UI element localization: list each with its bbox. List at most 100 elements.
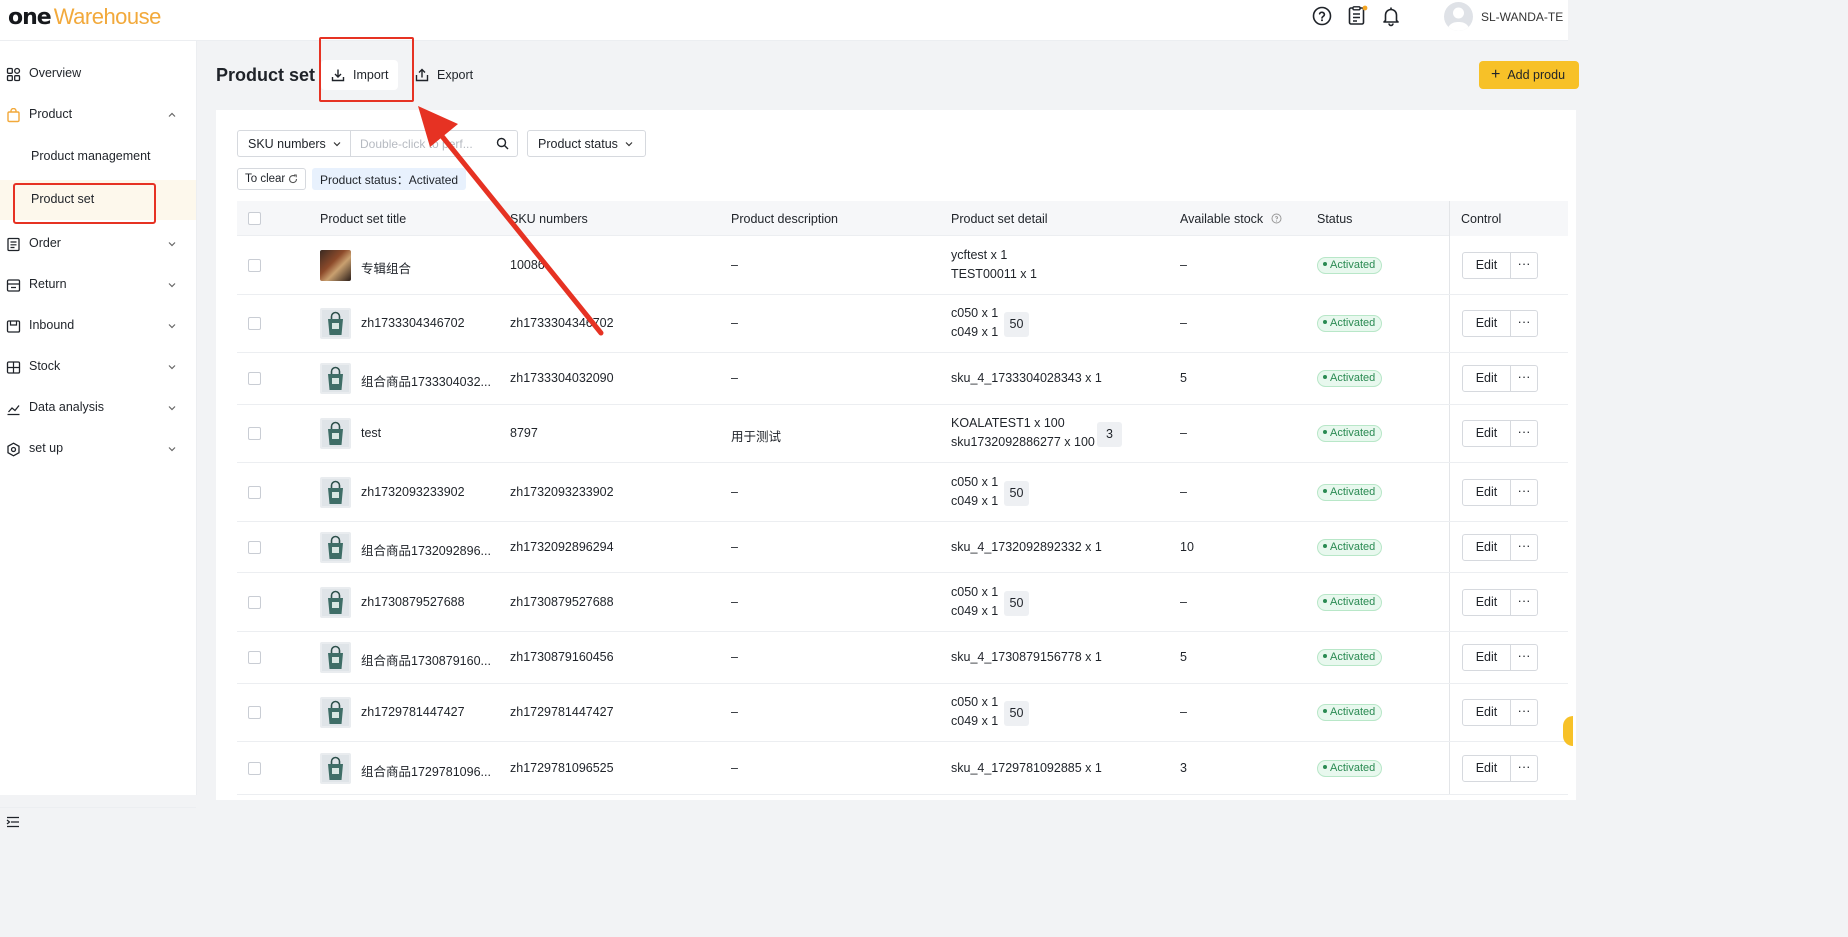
table-row[interactable]: test 8797 用于测试 KOALATEST1 x 100 sku173209288…: [237, 405, 1568, 463]
more-actions-button[interactable]: ···: [1510, 754, 1538, 782]
table-row[interactable]: zh1733304346702 zh1733304346702 – c050 x 1 c…: [237, 295, 1568, 353]
row-title[interactable]: zh1733304346702: [361, 316, 465, 330]
sidebar-subitem-label: Product management: [31, 149, 151, 163]
row-checkbox[interactable]: [248, 706, 261, 719]
edit-button[interactable]: Edit: [1462, 699, 1511, 726]
detail-count-badge[interactable]: 50: [1004, 480, 1029, 506]
help-float-button[interactable]: [1563, 716, 1573, 746]
edit-button[interactable]: Edit: [1462, 251, 1511, 279]
more-actions-button[interactable]: ···: [1510, 699, 1538, 726]
table-row[interactable]: zh1729781447427 zh1729781447427 – c050 x 1 c…: [237, 684, 1568, 742]
row-title[interactable]: 组合商品1733304032...: [361, 371, 491, 390]
edit-button[interactable]: Edit: [1462, 478, 1511, 506]
row-checkbox[interactable]: [248, 372, 261, 385]
clear-filters-button[interactable]: To clear: [237, 168, 307, 190]
detail-count-badge[interactable]: 50: [1004, 701, 1029, 726]
sidebar-item-order[interactable]: Order: [0, 224, 196, 264]
more-actions-button[interactable]: ···: [1510, 478, 1538, 506]
export-button[interactable]: Export: [405, 60, 483, 90]
table-row[interactable]: 组合商品1732092896... zh1732092896294 – sku_4_1…: [237, 522, 1568, 573]
row-detail-line: c050 x 1: [951, 584, 999, 599]
row-control-cell: Edit ···: [1449, 742, 1568, 794]
row-title[interactable]: test: [361, 426, 381, 440]
row-checkbox[interactable]: [248, 761, 261, 775]
filter-chip-status[interactable]: Product status：Activated: [312, 168, 467, 190]
product-thumbnail: [320, 308, 351, 339]
detail-count-badge[interactable]: 50: [1004, 590, 1029, 616]
add-product-set-button[interactable]: + Add produ: [1479, 61, 1579, 89]
more-actions-button[interactable]: ···: [1510, 588, 1538, 616]
row-checkbox[interactable]: [248, 540, 261, 554]
row-sku: 8797: [510, 426, 538, 440]
table-row[interactable]: 专辑组合 10086 – ycftest x 1 TEST00011 x 1 – Activ…: [237, 236, 1568, 295]
list-icon: [6, 237, 21, 252]
status-text: Activated: [1330, 595, 1376, 608]
row-sku: zh1733304346702: [510, 316, 614, 330]
logo-warehouse: Warehouse: [53, 4, 162, 29]
sidebar-item-overview[interactable]: Overview: [0, 54, 196, 94]
row-checkbox[interactable]: [248, 485, 261, 499]
row-title[interactable]: 组合商品1729781096...: [361, 761, 491, 780]
more-actions-button[interactable]: ···: [1510, 251, 1538, 279]
detail-count-badge[interactable]: 50: [1004, 312, 1029, 337]
annotation-highlight-product-set: [13, 183, 156, 224]
row-checkbox[interactable]: [248, 258, 261, 272]
sidebar-item-set-up[interactable]: set up: [0, 429, 196, 469]
table-row[interactable]: 组合商品1733304032... zh1733304032090 – sku_4_1…: [237, 353, 1568, 405]
more-actions-button[interactable]: ···: [1510, 644, 1538, 671]
row-title[interactable]: zh1730879527688: [361, 595, 465, 609]
status-text: Activated: [1330, 485, 1376, 498]
edit-button[interactable]: Edit: [1462, 420, 1511, 447]
logo[interactable]: one Warehouse: [8, 4, 162, 30]
edit-button[interactable]: Edit: [1462, 365, 1511, 392]
row-title[interactable]: zh1732093233902: [361, 485, 465, 499]
row-checkbox[interactable]: [248, 651, 261, 664]
sidebar-item-return[interactable]: Return: [0, 265, 196, 305]
product-status-select[interactable]: Product status: [527, 130, 646, 157]
edit-button[interactable]: Edit: [1462, 644, 1511, 671]
select-all-checkbox[interactable]: [248, 212, 261, 225]
row-title[interactable]: 组合商品1732092896...: [361, 540, 491, 559]
more-actions-button[interactable]: ···: [1510, 310, 1538, 337]
sidebar-item-data-analysis[interactable]: Data analysis: [0, 388, 196, 428]
row-stock: 3: [1180, 760, 1187, 775]
search-icon[interactable]: [496, 137, 509, 150]
help-circle-icon[interactable]: [1311, 5, 1333, 27]
search-input[interactable]: Double-click to perf...: [350, 130, 518, 157]
row-checkbox[interactable]: [248, 595, 261, 609]
row-sku: zh1732093233902: [510, 484, 614, 499]
edit-button[interactable]: Edit: [1462, 310, 1511, 337]
bag-icon: [6, 108, 21, 123]
edit-button[interactable]: Edit: [1462, 533, 1511, 561]
row-stock: –: [1180, 257, 1187, 272]
sidebar-item-inbound[interactable]: Inbound: [0, 306, 196, 346]
clipboard-icon[interactable]: [1346, 5, 1368, 27]
avatar[interactable]: [1444, 2, 1473, 31]
row-checkbox[interactable]: [248, 317, 261, 330]
more-actions-button[interactable]: ···: [1510, 420, 1538, 447]
row-title[interactable]: zh1729781447427: [361, 705, 465, 719]
row-control-cell: Edit ···: [1449, 236, 1568, 294]
collapse-menu-icon[interactable]: [6, 816, 20, 828]
row-sku: 10086: [510, 257, 545, 272]
row-title[interactable]: 专辑组合: [361, 258, 411, 277]
status-dot: [1323, 261, 1327, 266]
row-checkbox[interactable]: [248, 427, 261, 440]
sku-type-select[interactable]: SKU numbers: [237, 130, 351, 157]
username[interactable]: SL-WANDA-TE: [1481, 10, 1563, 24]
more-actions-button[interactable]: ···: [1510, 365, 1538, 392]
info-icon[interactable]: [1271, 213, 1282, 224]
sidebar-item-product[interactable]: Product: [0, 95, 196, 135]
detail-count-badge[interactable]: 3: [1097, 422, 1122, 447]
edit-button[interactable]: Edit: [1462, 588, 1511, 616]
more-actions-button[interactable]: ···: [1510, 533, 1538, 561]
table-row[interactable]: zh1730879527688 zh1730879527688 – c050 x 1 c…: [237, 573, 1568, 632]
row-title[interactable]: 组合商品1730879160...: [361, 650, 491, 669]
sidebar-subitem-product-management[interactable]: Product management: [0, 137, 196, 177]
sidebar-item-stock[interactable]: Stock: [0, 347, 196, 387]
table-row[interactable]: zh1732093233902 zh1732093233902 – c050 x 1 c…: [237, 463, 1568, 522]
table-row[interactable]: 组合商品1729781096... zh1729781096525 – sku_4_1…: [237, 742, 1568, 795]
bell-icon[interactable]: [1380, 5, 1402, 27]
table-row[interactable]: 组合商品1730879160... zh1730879160456 – sku_4_1…: [237, 632, 1568, 684]
edit-button[interactable]: Edit: [1462, 754, 1511, 782]
